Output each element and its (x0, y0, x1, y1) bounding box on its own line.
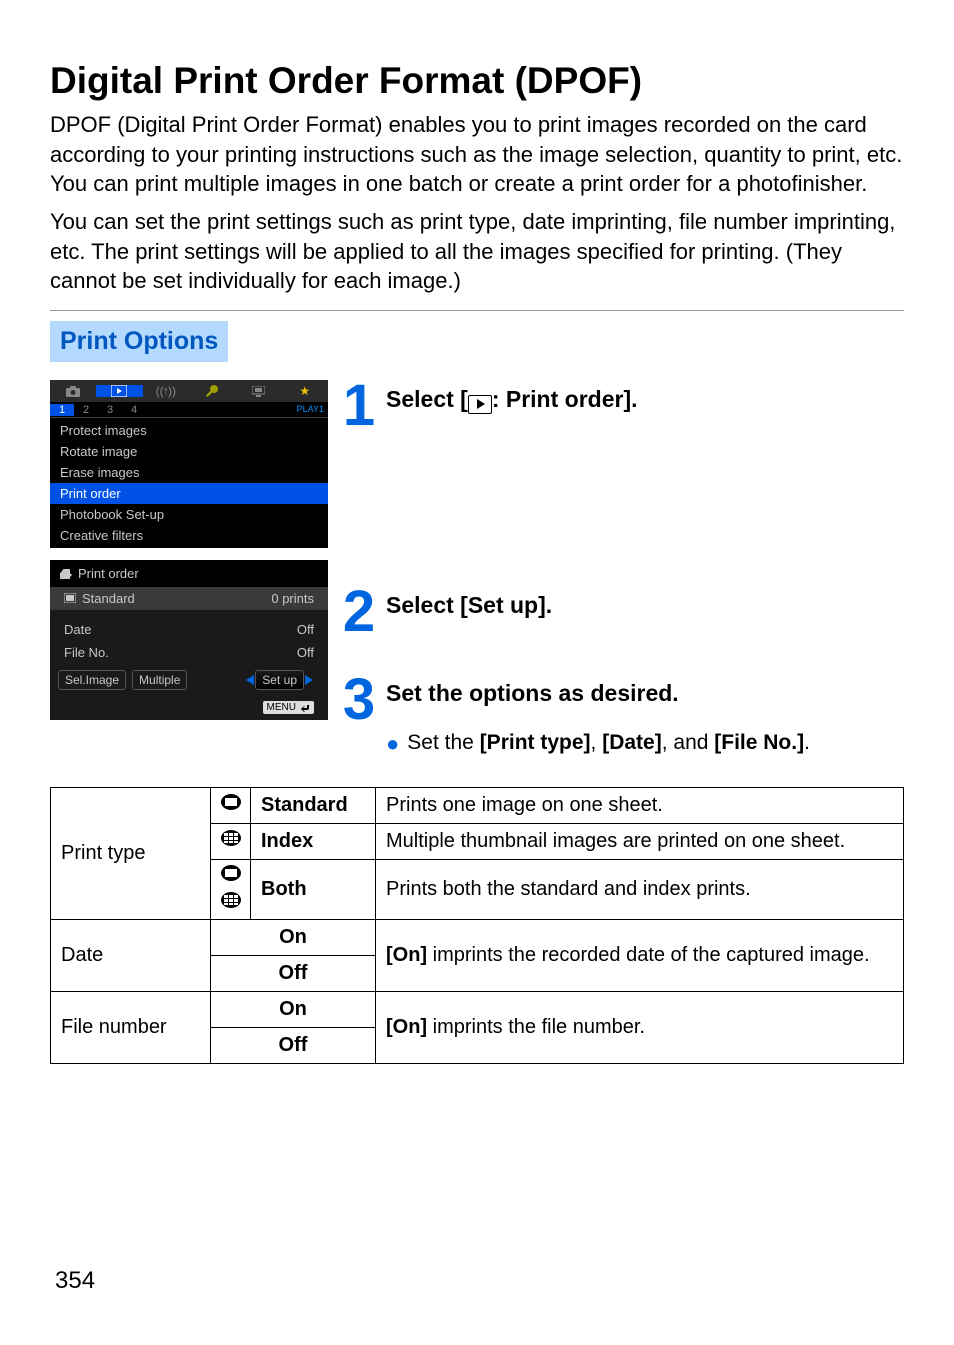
multiple-button: Multiple (132, 670, 187, 690)
index-name: Index (251, 823, 376, 859)
subtab-2: 2 (74, 404, 98, 416)
menu-item-protect-images: Protect images (50, 420, 328, 441)
index-desc: Multiple thumbnail images are printed on… (376, 823, 904, 859)
file-no-value: Off (297, 645, 314, 660)
playback-tab-icon (96, 385, 142, 397)
camera-print-order-screenshot: Print order Standard 0 prints Date Off F… (50, 560, 328, 720)
subtab-4: 4 (122, 404, 146, 416)
date-label: Date (64, 622, 91, 637)
prints-count: 0 prints (271, 591, 314, 606)
print-order-icon (58, 567, 72, 581)
file-no-label: File No. (64, 645, 109, 660)
wireless-icon: ((†)) (143, 384, 189, 398)
camera-menu-screenshot-1: ((†)) ★ 1 2 3 4 PLAY1 Protect images Rot… (50, 380, 328, 548)
subtab-3: 3 (98, 404, 122, 416)
date-off: Off (211, 955, 376, 991)
intro-paragraph-2: You can set the print settings such as p… (50, 207, 904, 296)
display-icon (235, 386, 281, 397)
standard-desc: Prints one image on one sheet. (376, 787, 904, 823)
steps-container: ((†)) ★ 1 2 3 4 PLAY1 Protect images Rot… (50, 380, 904, 757)
print-options-table: Print type Standard Prints one image on … (50, 787, 904, 1064)
sheet-icon (64, 591, 76, 606)
standard-label: Standard (82, 591, 135, 606)
menu-item-photobook-setup: Photobook Set-up (50, 504, 328, 525)
step-2-text: Select [Set up]. (386, 586, 552, 619)
sel-image-button: Sel.Image (58, 670, 126, 690)
index-icon (211, 823, 251, 859)
file-on: On (211, 991, 376, 1027)
file-desc: [On] imprints the file number. (376, 991, 904, 1063)
print-type-label: Print type (51, 787, 211, 919)
section-heading-print-options: Print Options (50, 321, 228, 362)
star-icon: ★ (282, 384, 328, 398)
date-on: On (211, 919, 376, 955)
step-number-2: 2 (342, 586, 376, 638)
menu-item-erase-images: Erase images (50, 462, 328, 483)
set-up-button: Set up (255, 670, 304, 690)
bullet-icon: ● (386, 729, 399, 757)
divider (50, 310, 904, 311)
playback-icon (468, 395, 492, 414)
both-desc: Prints both the standard and index print… (376, 859, 904, 919)
print-order-title: Print order (78, 566, 139, 581)
both-name: Both (251, 859, 376, 919)
step-3-bullet: ● Set the [Print type], [Date], and [Fil… (386, 729, 904, 757)
date-value: Off (297, 622, 314, 637)
play-tag-label: PLAY1 (297, 404, 324, 414)
menu-item-creative-filters: Creative filters (50, 525, 328, 546)
wrench-icon (189, 385, 235, 397)
step-number-1: 1 (342, 380, 376, 432)
date-desc: [On] imprints the recorded date of the c… (376, 919, 904, 991)
step-number-3: 3 (342, 674, 376, 726)
menu-back-button: MENU (263, 701, 314, 714)
both-icon (211, 859, 251, 919)
file-number-row-label: File number (51, 991, 211, 1063)
page-title: Digital Print Order Format (DPOF) (50, 60, 904, 102)
standard-icon (211, 787, 251, 823)
step-3-text: Set the options as desired. (386, 674, 679, 707)
page-number: 354 (55, 1267, 95, 1295)
standard-name: Standard (251, 787, 376, 823)
intro-paragraph-1: DPOF (Digital Print Order Format) enable… (50, 110, 904, 199)
camera-icon (50, 386, 96, 397)
step-1-text: Select [: Print order]. (386, 380, 638, 414)
menu-item-print-order: Print order (50, 483, 328, 504)
subtab-1: 1 (50, 404, 74, 416)
menu-item-rotate-image: Rotate image (50, 441, 328, 462)
date-row-label: Date (51, 919, 211, 991)
file-off: Off (211, 1027, 376, 1063)
